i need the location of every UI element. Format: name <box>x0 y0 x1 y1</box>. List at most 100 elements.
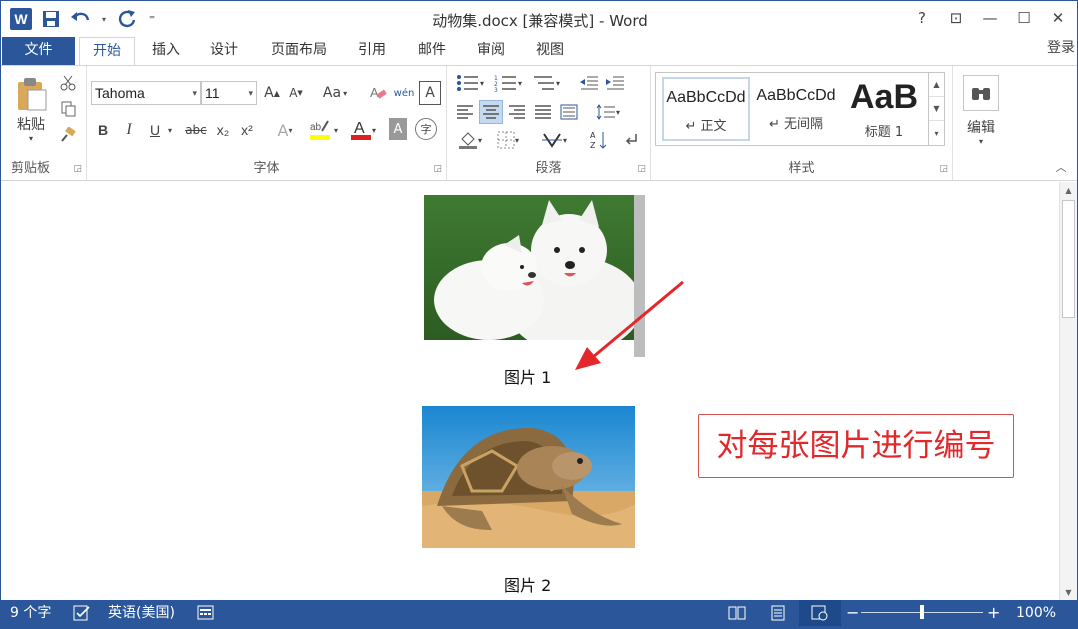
editing-group: 编辑 ▾ <box>953 66 1013 180</box>
font-name-combo[interactable]: Tahoma ▾ <box>91 81 201 105</box>
grow-font-label: A <box>264 85 274 101</box>
tab-file[interactable]: 文件 <box>2 37 75 65</box>
maximize-button[interactable]: ☐ <box>1009 5 1039 31</box>
align-center-icon[interactable] <box>479 100 503 124</box>
read-mode-icon[interactable] <box>728 604 746 628</box>
zoom-slider-thumb[interactable] <box>920 605 924 619</box>
zoom-in-button[interactable]: + <box>987 600 1000 626</box>
title-bar: W ▾ ⁼ 动物集.docx [兼容模式] - Word ? ⊡ — ☐ ✕ <box>1 1 1077 37</box>
chevron-down-icon: ▾ <box>192 88 197 98</box>
caption-2: 图片 2 <box>504 576 552 595</box>
character-border-icon[interactable]: A <box>419 81 441 105</box>
tab-design[interactable]: 设计 <box>199 37 249 65</box>
borders-icon[interactable]: ▾ <box>491 128 525 152</box>
decrease-indent-icon[interactable] <box>577 72 601 94</box>
style-no-spacing[interactable]: AaBbCcDd ↵ 无间隔 <box>752 77 840 141</box>
underline-dropdown-icon[interactable]: ▾ <box>165 118 175 142</box>
macro-recording-icon[interactable] <box>197 604 215 628</box>
tortoise-photo[interactable] <box>422 406 635 548</box>
tab-review[interactable]: 审阅 <box>466 37 516 65</box>
paragraph-launcher-icon[interactable]: ◲ <box>637 164 646 174</box>
subscript-button[interactable]: x₂ <box>213 118 233 142</box>
line-spacing-icon[interactable]: ▾ <box>591 100 625 124</box>
ribbon-display-options-button[interactable]: ⊡ <box>941 5 971 31</box>
proofing-icon[interactable] <box>73 604 91 628</box>
bullets-icon[interactable]: ▾ <box>453 72 487 94</box>
caption-1: 图片 1 <box>504 368 552 387</box>
change-case-button[interactable]: Aa ▾ <box>317 81 353 105</box>
tab-home[interactable]: 开始 <box>79 37 135 66</box>
svg-text:Z: Z <box>590 141 596 150</box>
styles-launcher-icon[interactable]: ◲ <box>939 164 948 174</box>
distributed-icon[interactable] <box>557 100 581 124</box>
justify-icon[interactable] <box>531 100 555 124</box>
tab-insert[interactable]: 插入 <box>141 37 191 65</box>
styles-scroll-down-icon[interactable]: ▼ <box>929 97 944 121</box>
vertical-scrollbar[interactable]: ▲ ▼ <box>1059 182 1077 600</box>
scroll-down-icon[interactable]: ▼ <box>1060 584 1077 600</box>
close-button[interactable]: ✕ <box>1043 5 1073 31</box>
document-area[interactable]: 图片 1 对每张图片进行编号 图片 2 <box>1 182 1059 600</box>
language-indicator[interactable]: 英语(美国) <box>108 600 175 626</box>
italic-button[interactable]: I <box>119 118 139 142</box>
binoculars-icon <box>963 74 999 111</box>
font-name-value: Tahoma <box>95 85 145 101</box>
chinese-layout-icon[interactable]: ▾ <box>537 128 571 152</box>
zoom-level[interactable]: 100% <box>1016 600 1056 626</box>
web-layout-button[interactable] <box>799 600 841 626</box>
cut-icon[interactable] <box>57 72 79 94</box>
style-normal[interactable]: AaBbCcDd ↵ 正文 <box>662 77 750 141</box>
collapse-ribbon-icon[interactable]: ︿ <box>1053 160 1069 174</box>
enclose-characters-icon[interactable]: 字 <box>415 118 437 140</box>
editing-label: 编辑 <box>967 119 995 136</box>
strikethrough-button[interactable]: abc <box>181 118 211 142</box>
help-button[interactable]: ? <box>907 5 937 31</box>
copy-icon[interactable] <box>57 98 79 120</box>
underline-button[interactable]: U <box>145 118 165 142</box>
scrollbar-thumb[interactable] <box>1062 200 1075 318</box>
paste-icon <box>18 77 47 110</box>
font-launcher-icon[interactable]: ◲ <box>433 164 442 174</box>
paragraph-group: ▾ 1 2 3 ▾ ▾ ▾ ▾ ▾ ▾ A Z 段落 ◲ <box>447 66 651 180</box>
styles-scroll-up-icon[interactable]: ▲ <box>929 73 944 97</box>
phonetic-guide-icon[interactable]: wén <box>393 81 415 105</box>
scroll-up-icon[interactable]: ▲ <box>1060 182 1077 198</box>
tab-references[interactable]: 引用 <box>347 37 397 65</box>
grow-font-button[interactable]: A ▲ <box>261 81 283 105</box>
word-count[interactable]: 9 个字 <box>10 600 51 626</box>
bold-button[interactable]: B <box>93 118 113 142</box>
character-shading-icon[interactable]: A <box>389 118 407 140</box>
text-effects-icon[interactable]: A ▾ <box>271 118 299 142</box>
print-layout-icon[interactable] <box>769 604 787 628</box>
shrink-font-button[interactable]: A ▼ <box>285 81 307 105</box>
tab-mailings[interactable]: 邮件 <box>407 37 457 65</box>
annotation-arrow <box>575 280 684 370</box>
tab-page-layout[interactable]: 页面布局 <box>259 37 339 65</box>
editing-button[interactable]: 编辑 ▾ <box>961 70 1001 150</box>
superscript-button[interactable]: x² <box>237 118 257 142</box>
align-left-icon[interactable] <box>453 100 477 124</box>
show-formatting-marks-icon[interactable] <box>619 128 643 152</box>
style-heading-1-sample: AaB <box>849 78 919 116</box>
paste-button[interactable]: 粘贴 ▾ <box>9 72 53 146</box>
clear-formatting-icon[interactable]: A <box>367 81 389 105</box>
sort-icon[interactable]: AZ <box>587 128 611 152</box>
font-group: Tahoma ▾ 11 ▾ A ▲ A ▼ Aa ▾ A wén A B I U ▾ ab… <box>87 66 447 180</box>
tab-view[interactable]: 视图 <box>525 37 575 65</box>
increase-indent-icon[interactable] <box>603 72 627 94</box>
multilevel-list-icon[interactable]: ▾ <box>529 72 563 94</box>
sign-in-link[interactable]: 登录 <box>1047 37 1075 59</box>
shading-icon[interactable]: ▾ <box>453 128 487 152</box>
style-heading-1[interactable]: AaB 标题 1 <box>842 77 926 141</box>
clipboard-launcher-icon[interactable]: ◲ <box>73 164 82 174</box>
minimize-button[interactable]: — <box>975 5 1005 31</box>
status-bar: 9 个字 英语(美国) − + 100% <box>1 600 1077 628</box>
numbering-icon[interactable]: 1 2 3 ▾ <box>491 72 525 94</box>
zoom-out-button[interactable]: − <box>846 600 859 626</box>
format-painter-icon[interactable] <box>57 124 79 146</box>
highlight-color-icon[interactable]: ab ▾ <box>305 118 341 142</box>
font-color-icon[interactable]: A ▾ <box>345 118 381 142</box>
styles-more-icon[interactable]: ▾ <box>929 121 944 145</box>
align-right-icon[interactable] <box>505 100 529 124</box>
font-size-combo[interactable]: 11 ▾ <box>201 81 257 105</box>
